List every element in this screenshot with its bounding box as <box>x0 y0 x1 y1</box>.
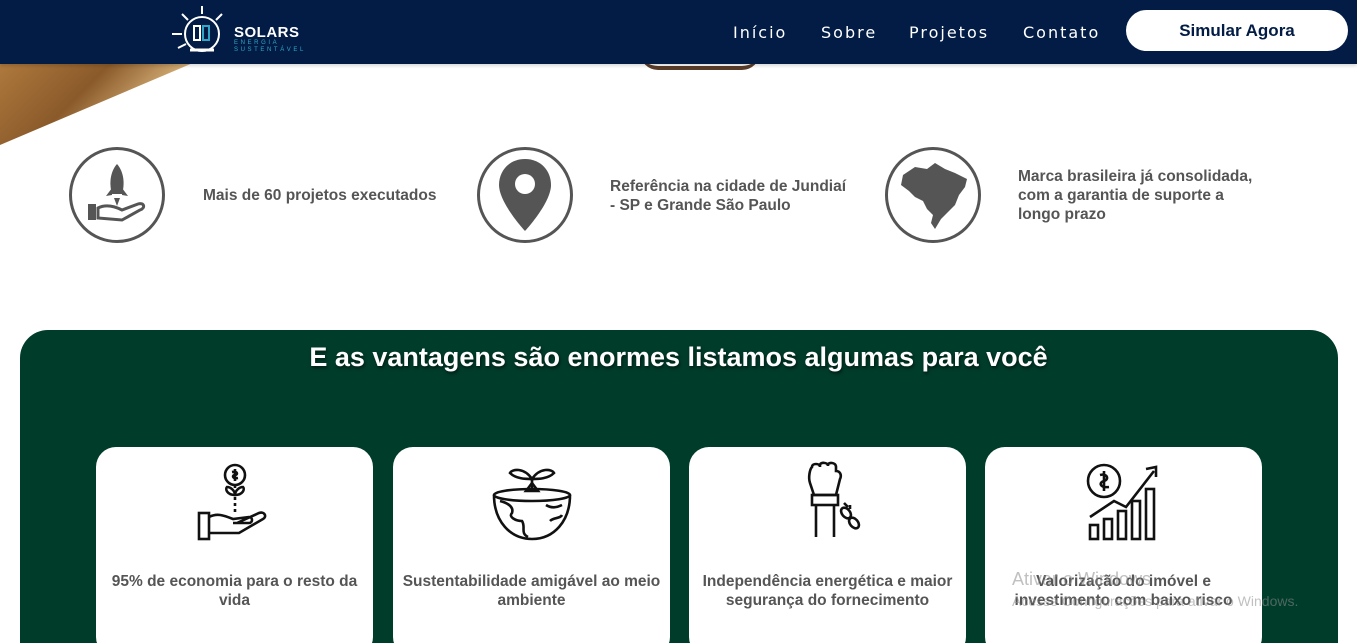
nav-inicio[interactable]: Início <box>733 23 787 42</box>
brazil-map-icon <box>885 147 981 243</box>
advantage-valuation-text: Valorização do imóvel e investimento com… <box>1014 573 1233 609</box>
feature-brand-text: Marca brasileira já consolidada, com a g… <box>1018 168 1253 223</box>
advantages-title: E as vantagens são enormes listamos algu… <box>309 342 1048 372</box>
broken-chain-fist-icon <box>807 461 860 537</box>
nav-projetos[interactable]: Projetos <box>909 23 989 42</box>
advantage-sustainability-text: Sustentabilidade amigável ao meio ambien… <box>402 573 661 609</box>
hero-photo-corner <box>0 60 200 145</box>
map-pin-icon <box>477 147 573 243</box>
growth-chart-icon <box>1086 463 1157 541</box>
earth-sprout-icon <box>492 468 571 541</box>
advantage-card-valuation: Valorização do imóvel e investimento com… <box>985 447 1262 643</box>
simulate-button[interactable]: Simular Agora <box>1126 10 1348 51</box>
feature-brand: Marca brasileira já consolidada, com a g… <box>885 147 1265 245</box>
advantage-card-sustainability: Sustentabilidade amigável ao meio ambien… <box>393 447 670 643</box>
money-plant-hand-icon <box>197 463 266 541</box>
rocket-hand-icon <box>69 147 165 243</box>
feature-projects-text: Mais de 60 projetos executados <box>203 187 437 204</box>
nav-contato[interactable]: Contato <box>1023 23 1100 42</box>
feature-reference-text: Referência na cidade de Jundiaí - SP e G… <box>610 178 847 214</box>
advantage-independence-text: Independência energética e maior seguran… <box>702 573 953 609</box>
advantage-economy-text: 95% de economia para o resto da vida <box>111 573 358 609</box>
site-header: SOLARS ENERGIA SUSTENTÁVEL Início Sobre … <box>0 0 1357 64</box>
advantage-card-economy: 95% de economia para o resto da vida <box>96 447 373 643</box>
advantage-card-independence: Independência energética e maior seguran… <box>689 447 966 643</box>
nav-sobre[interactable]: Sobre <box>821 23 877 42</box>
feature-reference: Referência na cidade de Jundiaí - SP e G… <box>477 147 857 245</box>
feature-projects: Mais de 60 projetos executados <box>69 147 449 245</box>
